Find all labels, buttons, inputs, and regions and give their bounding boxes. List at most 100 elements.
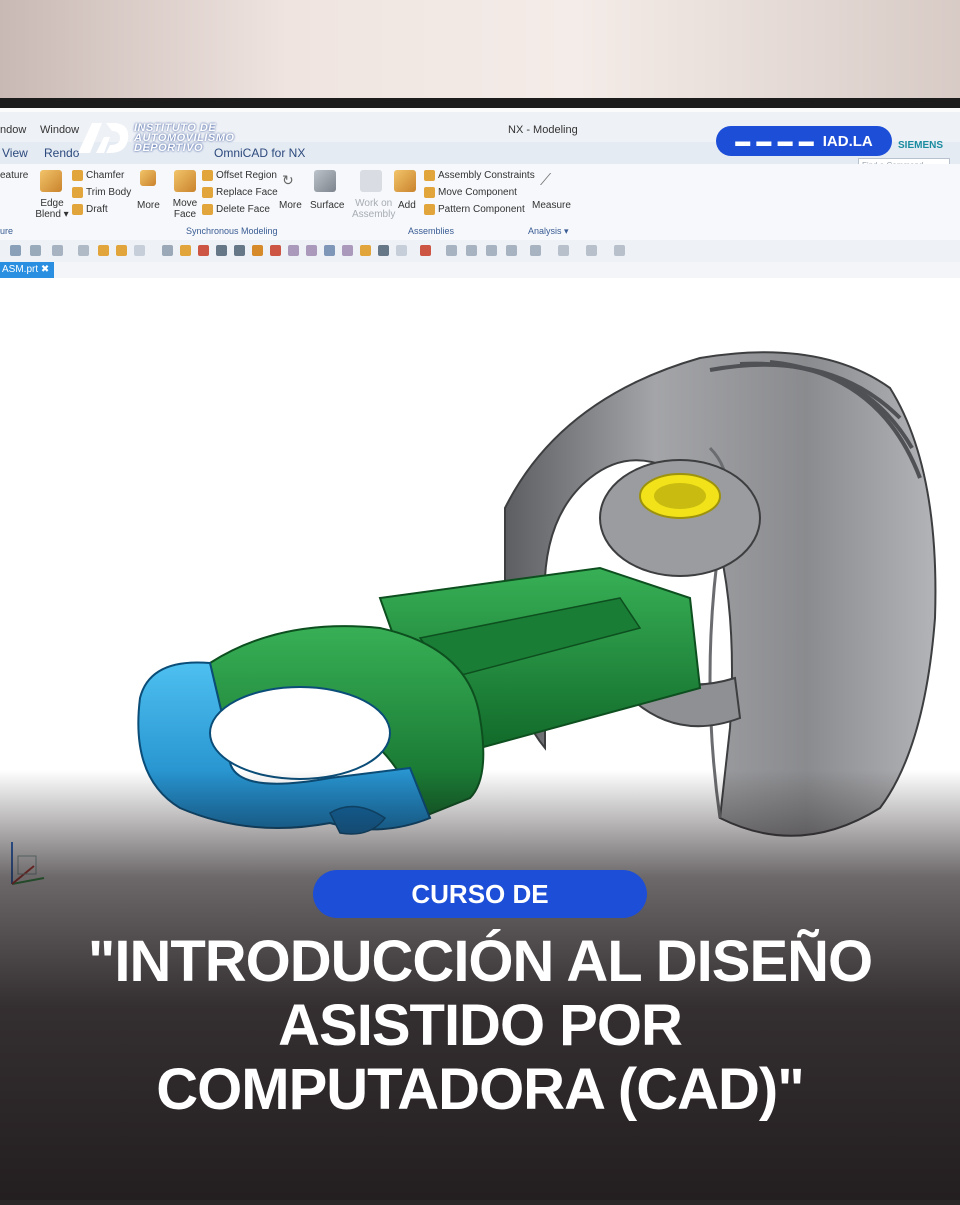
select-filter-icon[interactable] [10,245,21,256]
quadrant-icon[interactable] [360,245,371,256]
trim-body-button[interactable]: Trim Body [72,187,131,198]
dashes-icon: ▬ ▬ ▬ ▬ [735,132,815,150]
more-label-1: More [137,200,160,211]
draft-label: Draft [86,204,108,215]
course-title: "INTRODUCCIÓN AL DISEÑO ASISTIDO POR COM… [20,930,940,1122]
pattern-component-icon [424,204,435,215]
assembly-constraints-label: Assembly Constraints [438,170,535,181]
flag-icon[interactable] [420,245,431,256]
more-button-1[interactable]: More [137,200,160,211]
offset-region-icon [202,170,213,181]
more-button-2[interactable]: More [279,200,302,211]
group-label-analysis: Analysis ▾ [528,226,569,236]
fit-icon[interactable] [506,245,517,256]
document-tab-bar: ASM.prt ✖ [0,262,960,279]
surface-button[interactable]: Surface [310,200,344,211]
tab-asm-prt[interactable]: ASM.prt ✖ [0,262,54,278]
menu-window-partial[interactable]: ndow [0,124,26,136]
draft-button[interactable]: Draft [72,204,108,215]
edge-blend-label: Edge Blend ▾ [35,198,69,220]
layer-icon[interactable] [466,245,477,256]
course-title-line-1: "INTRODUCCIÓN AL DISEÑO [87,929,873,994]
angle-icon[interactable] [270,245,281,256]
move-face-button[interactable]: Move Face [172,198,198,220]
course-title-line-2: ASISTIDO POR [278,993,683,1058]
replace-face-icon [202,187,213,198]
point-icon[interactable] [98,245,109,256]
tab-render[interactable]: Rendo [44,146,79,160]
plus-icon[interactable] [342,245,353,256]
delete-face-button[interactable]: Delete Face [202,204,270,215]
replace-face-button[interactable]: Replace Face [202,187,278,198]
course-kicker-pill: CURSO DE [313,870,647,918]
vertex-icon[interactable] [116,245,127,256]
move-component-label: Move Component [438,187,517,198]
monitor-bezel [0,98,960,108]
window-title: NX - Modeling [508,124,578,136]
big-end-bore [209,686,391,780]
snap-icon[interactable] [78,245,89,256]
grid-icon[interactable] [446,245,457,256]
measure-button[interactable]: Measure [532,200,571,211]
move-face-icon [174,170,196,192]
curve-icon[interactable] [252,245,263,256]
offset-region-label: Offset Region [216,170,277,181]
selection-toolbar [0,240,960,263]
trim-body-icon [72,187,83,198]
redo-icon[interactable] [52,245,63,256]
tab-view[interactable]: View [2,146,28,160]
work-on-assembly-icon [360,170,382,192]
orient-icon[interactable] [558,245,569,256]
course-title-line-3: COMPUTADORA (CAD)" [156,1057,804,1122]
undo-icon[interactable] [30,245,41,256]
measure-icon: ⟋ [540,172,552,189]
edge-blend-icon [40,170,62,192]
add-label: Add [398,200,416,211]
feature-label: eature [0,170,29,181]
logo-line-3: DEPORTIVO [134,142,204,154]
assembly-constraints-button[interactable]: Assembly Constraints [424,170,535,181]
cross-icon[interactable] [378,245,389,256]
edge-blend-button[interactable]: Edge Blend ▾ [34,198,70,220]
chamfer-icon [72,170,83,181]
view-icon[interactable] [134,245,145,256]
refresh-icon: ↻ [282,172,294,188]
work-on-assembly-button[interactable]: Work on Assembly [352,198,396,220]
cube-icon[interactable] [162,245,173,256]
delete-face-icon [202,204,213,215]
delete-face-label: Delete Face [216,204,270,215]
surface-label: Surface [310,200,345,211]
layout-icon[interactable] [486,245,497,256]
feature-button[interactable]: eature [0,170,28,181]
print-icon[interactable] [614,245,625,256]
line-icon[interactable] [216,245,227,256]
pattern-component-button[interactable]: Pattern Component [424,204,525,215]
site-label: IAD.LA [822,132,873,150]
diagonal-icon[interactable] [234,245,245,256]
move-component-icon [424,187,435,198]
iad-logo-mark-icon [78,123,129,153]
surface-icon [314,170,336,192]
chamfer-button[interactable]: Chamfer [72,170,124,181]
iad-logo-text: INSTITUTO DE AUTOMOVILISMO DEPORTIVO [134,123,234,154]
edge-icon[interactable] [396,245,407,256]
arrow-icon[interactable] [306,245,317,256]
work-on-assembly-label: Work on Assembly [352,198,396,220]
menu-window[interactable]: Window [40,124,79,136]
group-label-assemblies: Assemblies [408,226,455,236]
render-style-icon[interactable] [530,245,541,256]
iad-logo: INSTITUTO DE AUTOMOVILISMO DEPORTIVO [76,116,234,160]
target-icon[interactable] [198,245,209,256]
site-badge[interactable]: ▬ ▬ ▬ ▬ IAD.LA [716,126,892,156]
tangent-icon[interactable] [288,245,299,256]
chamfer-label: Chamfer [86,170,125,181]
offset-region-button[interactable]: Offset Region [202,170,277,181]
center-icon[interactable] [180,245,191,256]
move-face-label: Move Face [172,198,198,220]
camera-icon[interactable] [586,245,597,256]
move-component-button[interactable]: Move Component [424,187,517,198]
circle-icon[interactable] [324,245,335,256]
measure-label: Measure [532,200,571,211]
add-button[interactable]: Add [398,200,416,211]
ribbon: eature Edge Blend ▾ Chamfer Trim Body Dr… [0,164,960,241]
